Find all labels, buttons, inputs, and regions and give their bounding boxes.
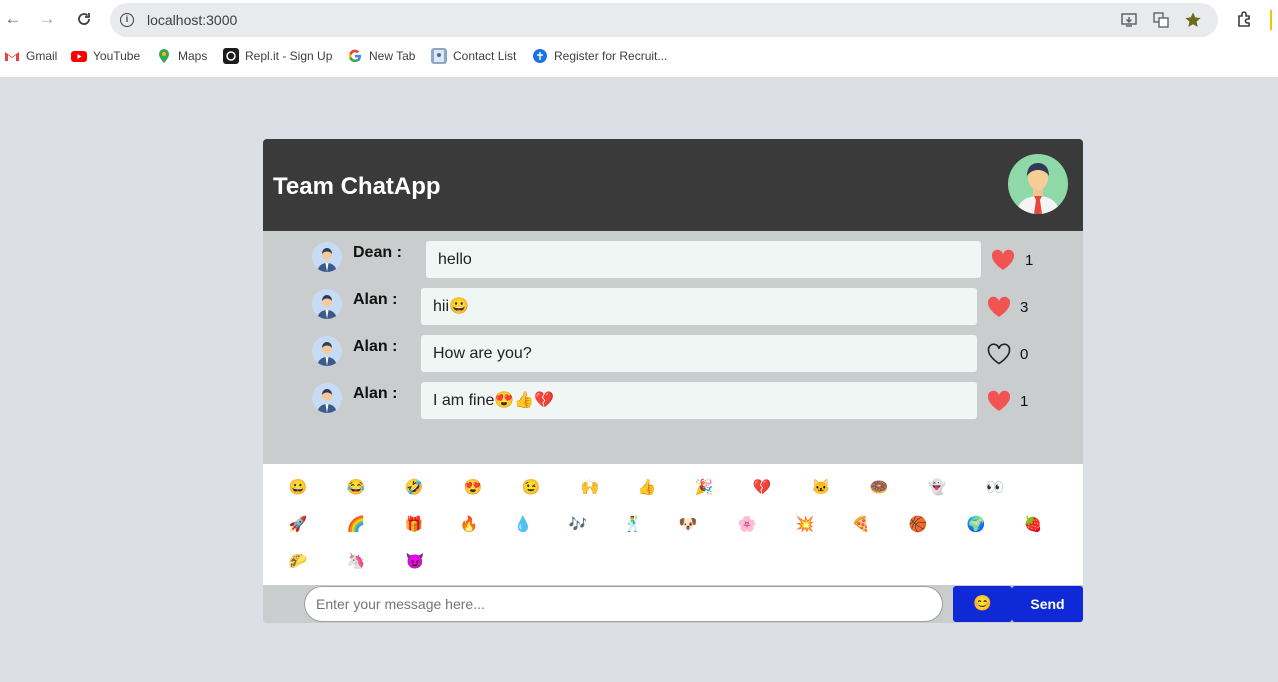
user-avatar[interactable] xyxy=(1008,154,1068,214)
emoji-option[interactable]: 🌍 xyxy=(965,516,987,534)
emoji-option[interactable]: 🤣 xyxy=(403,479,425,497)
emoji-toggle-button[interactable]: 😊 xyxy=(953,586,1012,622)
bookmark-label: New Tab xyxy=(369,49,416,63)
avatar xyxy=(312,383,342,413)
translate-icon[interactable] xyxy=(1152,11,1170,29)
message-text: hii😀 xyxy=(421,288,977,325)
contact-list-icon xyxy=(431,48,447,64)
message-username: Alan : xyxy=(353,291,398,308)
reload-icon[interactable] xyxy=(71,6,97,32)
bookmark-contact-list[interactable]: Contact List xyxy=(431,48,516,64)
like-count: 1 xyxy=(1020,393,1029,410)
emoji-option[interactable]: 💔 xyxy=(751,479,773,497)
emoji-option[interactable]: 👀 xyxy=(984,479,1006,497)
smiley-icon: 😊 xyxy=(973,595,992,612)
heart-icon[interactable] xyxy=(987,390,1011,412)
bookmarks-bar: Gmail YouTube Maps Repl.it - Sign Up New… xyxy=(0,44,1278,70)
heart-icon[interactable] xyxy=(987,296,1011,318)
emoji-picker: 😀 😂 🤣 😍 😉 🙌 👍 🎉 💔 🐱 🍩 👻 👀 🚀 🌈 🎁 🔥 💧 🎶 🕺 … xyxy=(263,464,1083,585)
emoji-option[interactable]: 😂 xyxy=(345,479,367,497)
message-composer: 😊 Send xyxy=(263,585,1083,623)
emoji-option[interactable]: 💧 xyxy=(512,516,534,534)
url-text[interactable]: localhost:3000 xyxy=(147,12,237,28)
send-button[interactable]: Send xyxy=(1012,586,1083,622)
like-count: 0 xyxy=(1020,346,1029,363)
emoji-option[interactable]: 👻 xyxy=(926,479,948,497)
emoji-option[interactable]: 🏀 xyxy=(907,516,929,534)
message-text: hello xyxy=(426,241,981,278)
profile-indicator xyxy=(1270,10,1272,30)
emoji-option[interactable]: 🕺 xyxy=(622,516,644,534)
message-row: Alan : hii😀 3 xyxy=(263,288,1083,328)
google-icon xyxy=(347,48,363,64)
emoji-option[interactable]: 😀 xyxy=(287,479,309,497)
message-row: Alan : How are you? 0 xyxy=(263,335,1083,375)
bookmark-label: Repl.it - Sign Up xyxy=(245,49,333,63)
emoji-option[interactable]: 😉 xyxy=(520,479,542,497)
avatar xyxy=(312,242,342,272)
message-username: Alan : xyxy=(353,385,398,402)
back-arrow-icon[interactable]: ← xyxy=(0,6,26,32)
emoji-option[interactable]: 🍓 xyxy=(1022,516,1044,534)
message-username: Dean : xyxy=(353,244,402,261)
emoji-option[interactable]: 🦄 xyxy=(345,553,367,571)
message-input[interactable] xyxy=(304,586,943,622)
emoji-option[interactable]: 🎶 xyxy=(567,516,589,534)
bookmark-replit[interactable]: Repl.it - Sign Up xyxy=(223,48,332,64)
emoji-option[interactable]: 🍕 xyxy=(850,516,872,534)
youtube-icon xyxy=(71,48,87,64)
heart-icon[interactable] xyxy=(991,249,1015,271)
bookmark-label: Gmail xyxy=(26,49,58,63)
message-username: Alan : xyxy=(353,338,398,355)
bookmark-label: YouTube xyxy=(93,49,141,63)
like-count: 1 xyxy=(1025,252,1034,269)
emoji-option[interactable]: 🐶 xyxy=(677,516,699,534)
message-text: I am fine😍👍💔 xyxy=(421,382,977,419)
bookmark-new-tab[interactable]: New Tab xyxy=(347,48,415,64)
bookmark-maps[interactable]: Maps xyxy=(156,48,207,64)
emoji-option[interactable]: 🌮 xyxy=(287,553,309,571)
bookmark-label: Contact List xyxy=(453,49,517,63)
address-bar[interactable]: i localhost:3000 xyxy=(110,3,1218,37)
bookmark-youtube[interactable]: YouTube xyxy=(71,48,140,64)
bookmark-label: Maps xyxy=(178,49,208,63)
page-title: Team ChatApp xyxy=(273,173,441,200)
avatar xyxy=(312,289,342,319)
heart-outline-icon[interactable] xyxy=(987,343,1011,365)
emoji-option[interactable]: 🌸 xyxy=(736,516,758,534)
bookmark-star-icon[interactable] xyxy=(1184,11,1202,29)
message-text: How are you? xyxy=(421,335,977,372)
browser-chrome: ← → i localhost:3000 Gmail YouTube Maps xyxy=(0,0,1278,78)
bookmark-label: Register for Recruit... xyxy=(554,49,668,63)
message-row: Dean : hello 1 xyxy=(263,241,1083,281)
emoji-option[interactable]: 🔥 xyxy=(458,516,480,534)
emoji-option[interactable]: 👍 xyxy=(636,479,658,497)
avatar xyxy=(312,336,342,366)
like-count: 3 xyxy=(1020,299,1029,316)
message-row: Alan : I am fine😍👍💔 1 xyxy=(263,382,1083,422)
extensions-icon[interactable] xyxy=(1232,6,1258,32)
emoji-option[interactable]: 😈 xyxy=(404,553,426,571)
emoji-option[interactable]: 🎁 xyxy=(403,516,425,534)
gmail-icon xyxy=(4,48,20,64)
emoji-option[interactable]: 🎉 xyxy=(693,479,715,497)
chat-header: Team ChatApp xyxy=(263,139,1083,231)
maps-icon xyxy=(156,48,172,64)
emoji-option[interactable]: 💥 xyxy=(794,516,816,534)
chat-container: Team ChatApp Dean : hello 1 Alan : hii😀 xyxy=(263,139,1083,623)
emoji-option[interactable]: 🍩 xyxy=(868,479,890,497)
emoji-option[interactable]: 🐱 xyxy=(810,479,832,497)
forward-arrow-icon[interactable]: → xyxy=(34,6,60,32)
emoji-option[interactable]: 😍 xyxy=(462,479,484,497)
replit-icon xyxy=(223,48,239,64)
site-info-icon[interactable]: i xyxy=(120,13,134,27)
emoji-option[interactable]: 🌈 xyxy=(345,516,367,534)
bookmark-register[interactable]: Register for Recruit... xyxy=(532,48,667,64)
bookmark-gmail[interactable]: Gmail xyxy=(4,48,57,64)
install-app-icon[interactable] xyxy=(1120,11,1138,29)
globe-icon xyxy=(532,48,548,64)
emoji-option[interactable]: 🚀 xyxy=(287,516,309,534)
emoji-option[interactable]: 🙌 xyxy=(579,479,601,497)
